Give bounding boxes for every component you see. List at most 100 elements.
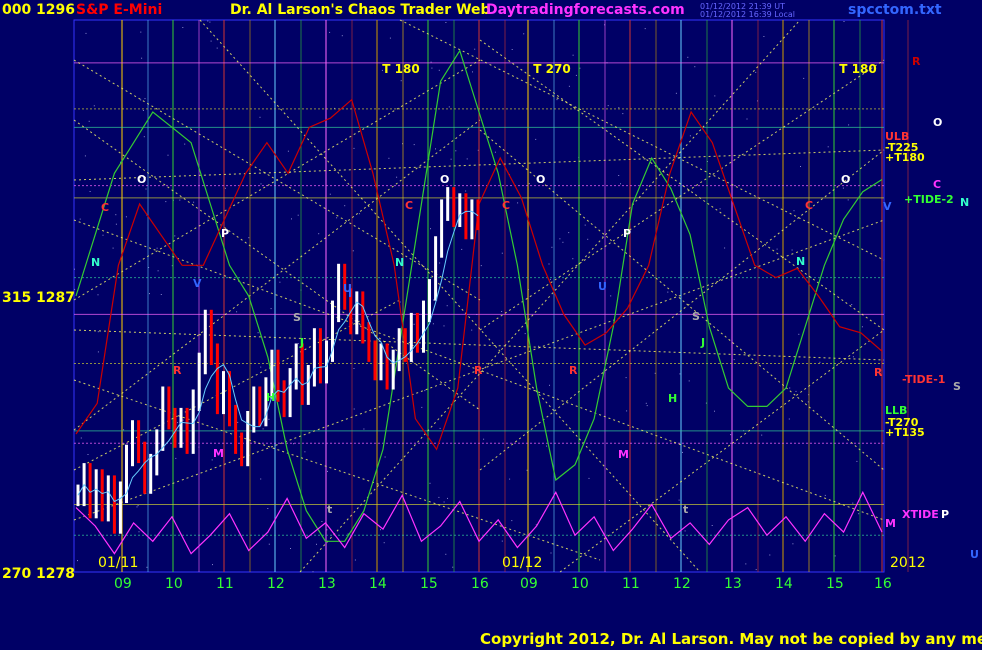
star-dot [439,427,441,429]
cycle-marker-n: N [91,256,100,269]
star-dot [429,482,431,484]
cycle-marker-r: R [173,364,182,377]
grid-lines [73,19,909,573]
star-dot [115,214,117,216]
star-dot [353,368,355,369]
right-label: P [941,508,949,521]
star-dot [509,478,511,480]
cycle-marker-n: N [796,255,805,268]
star-dot [568,85,570,87]
copyright: Copyright 2012, Dr. Al Larson. May not b… [480,630,982,648]
star-dot [279,281,281,283]
star-dot [268,543,270,545]
time-marker-label: T 270 [533,62,570,76]
star-dot [711,525,713,526]
star-dot [856,460,858,462]
star-dot [268,418,270,420]
cycle-marker-c: C [405,199,413,212]
cycle-marker-r: R [569,364,578,377]
star-dot [575,74,577,76]
star-dot [550,552,552,554]
cycle-marker-m: M [618,448,629,461]
star-dot [257,332,259,334]
star-dot [755,569,757,571]
diagonal-line [73,379,601,561]
star-dot [861,326,863,328]
star-dot [112,247,114,249]
chart-labels: 315 1287 270 1278 01/11 01/12 2012 09 10 11 12 13 14… [2,55,979,592]
cycle-marker-s: S [293,311,301,324]
star-dot [144,98,146,100]
star-dot [679,373,681,375]
star-dot [584,224,586,226]
star-dot [551,246,553,248]
star-dot [763,36,765,37]
star-dot [439,262,441,264]
star-dot [207,20,209,22]
cycle-marker-h: H [668,392,677,405]
star-dot [445,553,447,555]
star-dot [755,71,757,73]
cycle-marker-p: P [221,227,229,240]
star-dot [446,305,448,307]
star-dot [793,210,795,212]
star-dot [842,187,844,189]
star-dot [179,199,181,201]
star-dot [430,228,431,230]
x-tick-label: 12 [267,576,285,592]
star-dot [688,380,690,382]
star-dot [363,428,365,430]
x-tick-label: 10 [571,576,589,592]
star-dot [733,359,735,361]
cycle-marker-t: t [327,503,332,516]
star-dot [769,554,771,556]
star-dot [858,513,860,515]
star-dot [776,248,778,250]
star-dot [167,154,169,156]
star-dot [852,502,854,504]
star-dot [432,323,434,325]
cycle-marker-s: S [692,310,700,323]
price-axis-label: 1287 [36,290,75,306]
star-dot [626,410,628,412]
star-dot [102,234,104,236]
star-dot [424,390,426,392]
date-label-right: 2012 [890,555,926,571]
star-dot [714,410,715,412]
star-dot [123,429,125,431]
star-dot [562,241,564,243]
star-dot [297,343,299,345]
cycle-marker-j: J [299,336,304,349]
diagonal-line [479,59,885,331]
star-dot [450,158,452,160]
star-dot [143,136,145,138]
star-dot [146,566,148,568]
star-dot [730,434,732,436]
x-tick-label: 14 [369,576,387,592]
star-dot [413,323,415,325]
star-dot [84,155,86,157]
star-dot [431,67,433,69]
star-dot [182,27,184,28]
right-label: M [885,517,896,530]
star-dot [535,138,537,140]
star-dot [824,494,826,496]
star-dot [684,530,686,532]
star-dot [413,144,415,146]
right-label: O [933,116,942,129]
time-marker-label: T 180 [839,62,876,76]
star-dot [528,183,530,185]
star-dot [610,295,612,297]
right-label: N [960,196,969,209]
time-marker-label: T 180 [382,62,419,76]
cycle-marker-i: I [348,287,352,300]
star-dot [689,135,691,137]
x-tick-label: 10 [165,576,183,592]
star-dot [354,559,356,561]
star-dot [501,540,503,542]
star-dot [587,238,589,240]
star-dot [79,218,81,220]
star-dot [293,443,294,445]
star-dot [618,175,620,176]
star-dot [138,531,140,533]
